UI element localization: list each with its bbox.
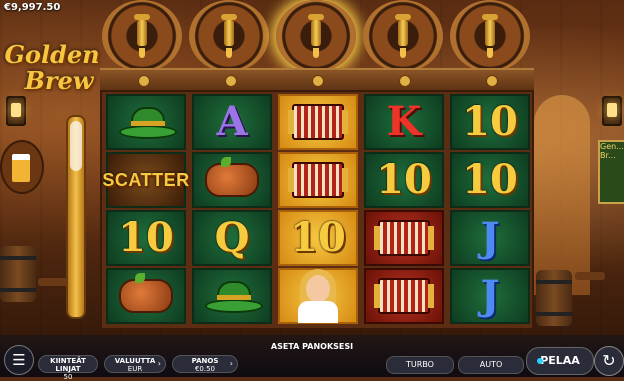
accordion-symbol-icon	[374, 220, 434, 256]
card-symbol: 10	[462, 98, 518, 145]
right-sign-text: Gen... Br...	[600, 142, 624, 160]
reel-2: AQ	[190, 94, 274, 328]
reel-cell	[106, 268, 186, 324]
barmaid-symbol-icon	[288, 269, 348, 323]
reel-cell	[192, 152, 272, 208]
bet-selector[interactable]: PANOS €0.50 ›	[172, 355, 238, 373]
hat-symbol-icon	[205, 279, 263, 313]
reel-cell: A	[192, 94, 272, 150]
beer-meter	[66, 115, 86, 319]
scatter-symbol: SCATTER	[102, 169, 190, 190]
lantern-icon	[602, 96, 622, 126]
card-symbol: J	[480, 214, 500, 261]
reel-cell	[192, 268, 272, 324]
reel-cell	[364, 268, 444, 324]
side-barrel	[536, 270, 572, 326]
bet-value: €0.50	[194, 365, 216, 373]
reel-cell	[106, 94, 186, 150]
reel-cell: J	[450, 268, 530, 324]
right-wall-sign: Gen... Br...	[598, 140, 624, 204]
tavern-doorway	[534, 95, 590, 295]
spin-icon[interactable]: ↻	[594, 346, 624, 376]
card-symbol: J	[480, 272, 500, 319]
reel-3: 10	[276, 94, 360, 328]
card-symbol: 10	[376, 156, 432, 203]
reel-cell: K	[364, 94, 444, 150]
reel-cell	[278, 268, 358, 324]
game-logo: Golden Brew	[2, 42, 102, 112]
keg-shelf	[100, 68, 534, 92]
hat-symbol-icon	[119, 105, 177, 139]
keg-icon	[276, 0, 356, 72]
fixed-lines-value: 50	[63, 373, 73, 381]
reel-cell	[278, 152, 358, 208]
currency-selector[interactable]: VALUUTTA EUR ›	[104, 355, 166, 373]
reel-1: SCATTER 10	[102, 94, 189, 328]
reel-cell	[364, 210, 444, 266]
beer-mug-sign-icon	[0, 140, 44, 194]
reel-4: K 10	[362, 94, 446, 328]
keg-icon	[102, 0, 182, 72]
reel-cell: J	[450, 210, 530, 266]
reel-5: 10 10 J J	[448, 94, 532, 328]
menu-icon[interactable]: ☰	[4, 345, 34, 375]
play-button[interactable]: PELAA	[526, 347, 594, 375]
side-barrel	[0, 246, 36, 302]
reel-cell: 10	[278, 210, 358, 266]
bet-label: PANOS	[191, 357, 219, 365]
reel-cell: 10	[450, 152, 530, 208]
keg-icon	[363, 0, 443, 72]
logo-word-2: Brew	[24, 66, 94, 95]
play-label: PELAA	[540, 354, 580, 367]
card-symbol: 10	[290, 214, 346, 261]
card-symbol: 10	[462, 156, 518, 203]
card-symbol: 10	[118, 214, 174, 261]
chevron-right-icon: ›	[157, 359, 161, 368]
fixed-lines-display: KIINTEÄT LINJAT 50	[38, 355, 98, 381]
reel-cell: 10	[364, 152, 444, 208]
reel-grid: SCATTER 10 A Q 10 K 10 10 10 J J	[100, 90, 534, 330]
reel-cell: Q	[192, 210, 272, 266]
accordion-symbol-icon	[288, 162, 348, 198]
auto-button[interactable]: AUTO	[458, 356, 524, 374]
card-symbol: A	[216, 98, 248, 145]
currency-value: EUR	[127, 365, 143, 373]
stool	[38, 278, 68, 286]
play-indicator-icon	[537, 358, 543, 364]
turbo-button[interactable]: TURBO	[386, 356, 454, 374]
currency-label: VALUUTTA	[114, 357, 156, 365]
accordion-symbol-icon	[288, 104, 348, 140]
sausage-symbol-icon	[205, 157, 259, 197]
card-symbol: Q	[214, 214, 250, 261]
reel-cell: SCATTER	[102, 152, 189, 208]
balance-display: €9,997.50	[4, 2, 61, 13]
stool	[575, 272, 605, 280]
keg-icon	[450, 0, 530, 72]
card-symbol: K	[386, 98, 422, 145]
reel-cell: 10	[106, 210, 186, 266]
fixed-lines-label: KIINTEÄT LINJAT	[50, 357, 86, 373]
logo-word-1: Golden	[4, 40, 100, 69]
keg-icon	[189, 0, 269, 72]
chevron-right-icon: ›	[229, 359, 233, 368]
accordion-symbol-icon	[374, 278, 434, 314]
reel-cell: 10	[450, 94, 530, 150]
sausage-symbol-icon	[119, 273, 173, 313]
reel-cell	[278, 94, 358, 150]
